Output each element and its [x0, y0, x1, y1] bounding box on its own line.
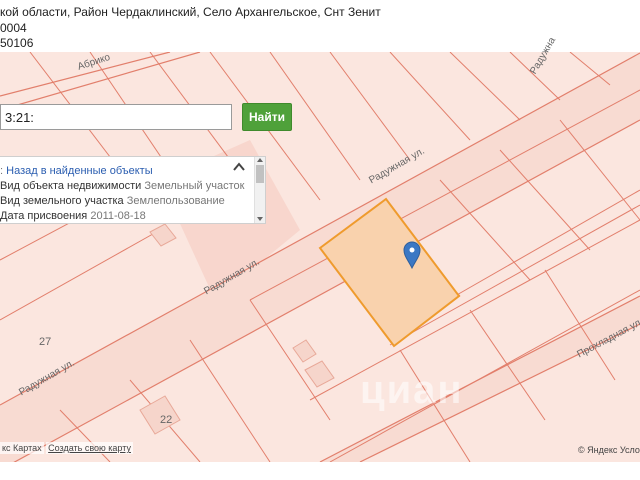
scroll-up-arrow-icon[interactable]: [257, 158, 263, 162]
info-row: Вид объекта недвижимости Земельный участ…: [0, 179, 244, 194]
code-line-1: 0004: [0, 21, 27, 35]
scroll-thumb[interactable]: [256, 165, 264, 183]
info-value: 2011-08-18: [90, 210, 146, 222]
chevron-up-icon[interactable]: [232, 161, 246, 173]
scroll-down-arrow-icon[interactable]: [257, 217, 263, 221]
info-row: Дата присвоения 2011-08-18: [0, 209, 146, 224]
info-label: Вид земельного участка: [0, 195, 127, 207]
back-arrow-icon: :: [0, 165, 4, 177]
info-value: Землепользование: [126, 195, 225, 207]
map-copyright[interactable]: © Яндекс Услов: [578, 445, 640, 455]
plot-number-27: 27: [39, 336, 52, 348]
plot-number-22: 22: [160, 414, 173, 426]
back-to-results-link[interactable]: Назад в найденные объекты: [6, 165, 153, 177]
search-button[interactable]: Найти: [242, 103, 292, 131]
watermark-logo: циан: [360, 368, 464, 412]
info-label: Дата присвоения: [0, 210, 91, 222]
back-row: : Назад в найденные объекты: [0, 164, 153, 179]
info-row: Вид земельного участка Землепользование: [0, 194, 225, 209]
address-line: кой области, Район Чердаклинский, Село А…: [0, 5, 381, 19]
panel-scrollbar[interactable]: [254, 157, 265, 223]
info-label: Вид объекта недвижимости: [0, 180, 145, 192]
map-footer-left: кс Картах Создать свою карту: [0, 442, 133, 454]
object-info-panel: : Назад в найденные объекты Вид объекта …: [0, 156, 266, 224]
yandex-maps-link[interactable]: кс Картах: [0, 442, 44, 454]
code-line-2: 50106: [0, 36, 34, 50]
info-value: Земельный участок: [144, 180, 245, 192]
create-map-link[interactable]: Создать свою карту: [46, 442, 133, 454]
cadastral-search-input[interactable]: [0, 104, 232, 130]
